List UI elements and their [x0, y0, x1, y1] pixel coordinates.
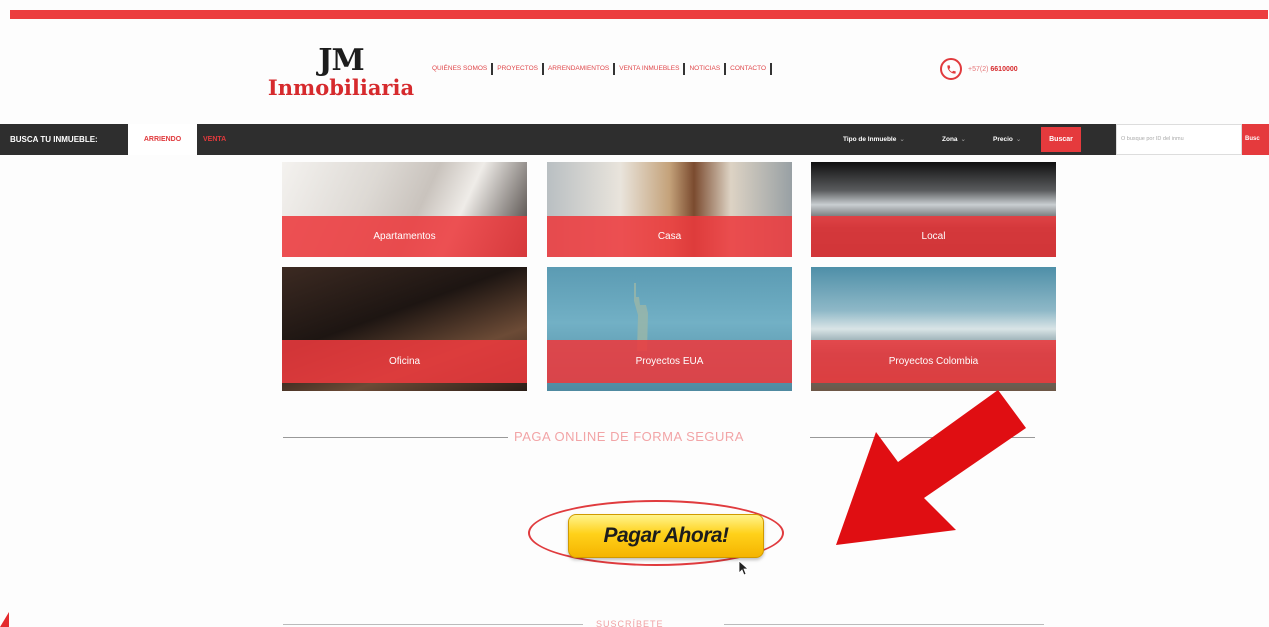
id-search-button[interactable]: Busc	[1242, 124, 1269, 155]
category-tile-apartamentos[interactable]: Apartamentos	[282, 162, 527, 257]
main-navigation: QUIÉNES SOMOS PROYECTOS ARRENDAMIENTOS V…	[432, 62, 773, 76]
search-button[interactable]: Buscar	[1041, 127, 1081, 152]
phone-contact[interactable]: +57(2) 6610000	[940, 58, 1018, 80]
site-logo[interactable]: JM Inmobiliaria	[266, 46, 416, 106]
phone-icon	[940, 58, 962, 80]
category-label: Casa	[547, 216, 792, 257]
logo-wordmark: Inmobiliaria	[267, 75, 415, 100]
category-label: Oficina	[282, 340, 527, 383]
mouse-cursor-icon	[738, 560, 750, 576]
category-tile-local[interactable]: Local	[811, 162, 1056, 257]
nav-contacto[interactable]: CONTACTO	[726, 63, 773, 75]
pay-now-button[interactable]: Pagar Ahora!	[568, 514, 764, 558]
chevron-down-icon: ⌄	[1015, 136, 1022, 143]
phone-digits: 6610000	[990, 65, 1018, 73]
filter-property-type[interactable]: Tipo de Inmueble ⌄	[843, 124, 905, 155]
subscribe-heading: SUSCRÍBETE	[596, 619, 664, 627]
category-tile-proyectos-eua[interactable]: Proyectos EUA	[547, 267, 792, 391]
property-id-input[interactable]: O busque por ID del inmu	[1116, 124, 1242, 155]
property-search-bar: BUSCA TU INMUEBLE: ARRIENDO VENTA Tipo d…	[0, 124, 1269, 155]
category-tile-casa[interactable]: Casa	[547, 162, 792, 257]
divider-line-bottom-right	[724, 624, 1044, 625]
nav-venta-inmuebles[interactable]: VENTA INMUEBLES	[615, 63, 686, 75]
phone-number: +57(2) 6610000	[968, 66, 1018, 73]
chevron-down-icon: ⌄	[960, 136, 966, 143]
tab-venta[interactable]: VENTA	[203, 124, 226, 155]
divider-line-bottom-left	[283, 624, 583, 625]
category-tile-oficina[interactable]: Oficina	[282, 267, 527, 391]
search-label: BUSCA TU INMUEBLE:	[10, 135, 98, 144]
filter-zone-label: Zona	[942, 136, 958, 143]
phone-prefix: +57(2)	[968, 65, 989, 73]
nav-proyectos[interactable]: PROYECTOS	[493, 63, 544, 75]
top-accent-stripe	[10, 10, 1268, 19]
logo-monogram: JM	[318, 43, 364, 78]
divider-line-left	[283, 437, 508, 438]
nav-quienes-somos[interactable]: QUIÉNES SOMOS	[432, 63, 494, 75]
red-arrow-icon	[836, 390, 1026, 545]
category-tile-proyectos-colombia[interactable]: Proyectos Colombia	[811, 267, 1056, 391]
category-label: Proyectos Colombia	[811, 340, 1056, 383]
category-label: Proyectos EUA	[547, 340, 792, 383]
filter-property-type-label: Tipo de Inmueble	[843, 136, 897, 143]
chevron-down-icon: ⌄	[899, 136, 905, 143]
category-label: Local	[811, 216, 1056, 257]
payment-section-title: PAGA ONLINE DE FORMA SEGURA	[514, 429, 744, 444]
filter-zone[interactable]: Zona ⌄	[942, 124, 966, 155]
tab-arriendo[interactable]: ARRIENDO	[128, 124, 197, 155]
corner-decoration	[0, 612, 9, 627]
filter-price-label: Precio	[993, 136, 1013, 143]
nav-noticias[interactable]: NOTICIAS	[685, 63, 727, 75]
category-label: Apartamentos	[282, 216, 527, 257]
nav-arrendamientos[interactable]: ARRENDAMIENTOS	[544, 63, 616, 75]
filter-price[interactable]: Precio ⌄	[993, 124, 1021, 155]
